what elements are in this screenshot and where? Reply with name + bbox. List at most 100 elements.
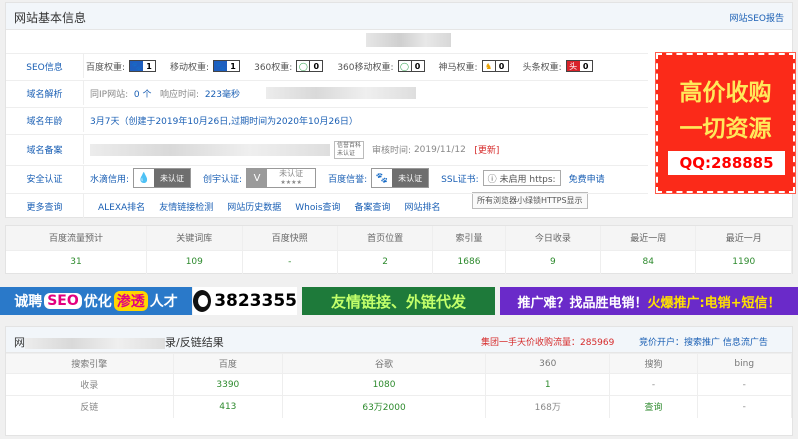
security-row: 安全认证 水滴信用: 💧 未认证 创宇认证: V 未认证 ★★★★ 百度信誉: 🐾… <box>6 165 648 190</box>
stats-value[interactable]: 84 <box>600 249 697 274</box>
backlinks-header: 360 <box>485 353 611 374</box>
icp-query-link[interactable]: 备案查询 <box>355 200 391 213</box>
chuangyu-badge[interactable]: V 未认证 ★★★★ <box>246 168 317 188</box>
whois-link[interactable]: Whois查询 <box>295 200 340 213</box>
seo-recruit-banner[interactable]: 诚聘 SEO 优化 渗透 人才 <box>0 287 192 315</box>
acquisition-ad[interactable]: 高价收购 一切资源 QQ:288885 <box>655 52 796 194</box>
ip-address-blurred <box>266 87 417 99</box>
cell-value: - <box>697 373 792 396</box>
telemarketing-banner[interactable]: 推广难？找品胜电销！ 火爆推广:电销+短信！ <box>500 287 798 315</box>
360-mobile-weight-badge[interactable]: ◯ 0 <box>397 60 425 72</box>
ssl-free-apply-link[interactable]: 免费申请 <box>569 172 605 185</box>
audit-time-label: 审核时间: <box>372 146 412 156</box>
credit-badge[interactable]: 信誉百科 未认证 <box>334 140 365 159</box>
query-link[interactable]: 查询 <box>609 395 698 418</box>
ad-qq-number: QQ:288885 <box>668 151 785 175</box>
icp-row: 域名备案 信誉百科 未认证 审核时间: 2019/11/12 [更新] <box>6 134 648 164</box>
backlinks-header: 谷歌 <box>282 353 487 374</box>
banner-text: 诚聘 <box>14 294 43 310</box>
row-label: 反链 <box>6 395 174 418</box>
dns-row: 域名解析 同IP网站: 0 个 响应时间: 223毫秒 <box>6 80 648 105</box>
cell-value[interactable]: 3390 <box>173 373 284 396</box>
stats-header: 索引量 <box>432 226 506 250</box>
360-weight-badge[interactable]: ◯ 0 <box>296 60 324 72</box>
shenma-weight-badge[interactable]: ♞ 0 <box>481 60 509 72</box>
stats-value[interactable]: 109 <box>146 249 243 274</box>
dns-values: 同IP网站: 0 个 响应时间: 223毫秒 <box>90 81 417 105</box>
history-data-link[interactable]: 网站历史数据 <box>227 200 281 213</box>
ssl-status-button[interactable]: ⓘ 未启用 https: <box>482 170 561 186</box>
stats-header: 今日收录 <box>505 226 602 250</box>
stats-header: 百度快照 <box>242 226 338 250</box>
stats-header: 关键词库 <box>146 226 243 250</box>
stats-value[interactable]: 2 <box>337 249 434 274</box>
dns-label: 域名解析 <box>6 81 84 105</box>
stats-value[interactable]: 31 <box>6 249 148 274</box>
banner-text: 渗透 <box>113 291 148 311</box>
ring-icon: ◯ <box>297 61 311 71</box>
toutiao-weight-label: 头条权重: <box>522 62 562 73</box>
more-query-row: 更多查询 ALEXA排名 友情链接检测 网站历史数据 Whois查询 备案查询 … <box>6 193 648 218</box>
cell-value: - <box>609 373 698 396</box>
baidu-credit-label: 百度信誉: <box>328 174 368 185</box>
cell-value[interactable]: 1080 <box>282 373 487 396</box>
seo-info-label: SEO信息 <box>6 54 84 78</box>
backlinks-panel: 网 录/反链结果 集团一手天价收购流量：285969 竞价开户：搜索推广 信息流广… <box>5 326 793 436</box>
friend-link-check-link[interactable]: 友情链接检测 <box>159 200 213 213</box>
backlinks-header: 网 录/反链结果 集团一手天价收购流量：285969 竞价开户：搜索推广 信息流广… <box>6 327 792 353</box>
stats-value: - <box>242 249 338 274</box>
baidu-weight-badge[interactable]: 🐾 1 <box>129 60 157 72</box>
security-label: 安全认证 <box>6 166 84 190</box>
traffic-ad-link[interactable]: 集团一手天价收购流量：285969 <box>481 335 614 348</box>
qq-penguin-icon <box>193 290 212 312</box>
table-row: 收录 3390 1080 1 - - <box>6 373 792 396</box>
icp-number-blurred <box>90 143 330 156</box>
ad-banners: 诚聘 SEO 优化 渗透 人才 3823355 友情链接、外链代发 推广难？找品… <box>0 287 798 315</box>
basic-info-header: 网站基本信息 网站SEO报告 <box>6 3 792 30</box>
row-label: 收录 <box>6 373 174 396</box>
stats-value[interactable]: 1686 <box>432 249 506 274</box>
security-values: 水滴信用: 💧 未认证 创宇认证: V 未认证 ★★★★ 百度信誉: 🐾 未认证 S… <box>90 166 605 190</box>
horse-icon: ♞ <box>482 61 496 71</box>
seo-report-link[interactable]: 网站SEO报告 <box>730 11 784 24</box>
toutiao-weight-badge[interactable]: 头0 <box>565 60 593 72</box>
chuangyu-label: 创宇认证: <box>203 174 243 185</box>
mobile-weight-label: 移动权重: <box>170 62 210 73</box>
water-drop-icon: 💧 <box>134 169 155 187</box>
basic-info-title: 网站基本信息 <box>14 11 87 25</box>
cell-value: 168万 <box>485 395 611 418</box>
friend-link-banner[interactable]: 友情链接、外链代发 <box>302 287 495 315</box>
stats-header: 最近一月 <box>695 226 792 250</box>
cell-value[interactable]: 63万2000 <box>282 395 487 418</box>
bidding-ad-link[interactable]: 竞价开户：搜索推广 信息流广告 <box>639 335 768 348</box>
audit-time-value: 2019/11/12 <box>413 144 466 155</box>
mobile-weight-badge[interactable]: 🐾 1 <box>213 60 241 72</box>
stats-value[interactable]: 1190 <box>695 249 792 274</box>
stats-header: 最近一周 <box>600 226 697 250</box>
backlinks-title-suffix: 录/反链结果 <box>165 336 224 349</box>
stats-header: 首页位置 <box>337 226 434 250</box>
table-row: 反链 413 63万2000 168万 查询 - <box>6 395 792 418</box>
backlinks-header-row: 搜索引擎 百度 谷歌 360 搜狗 bing <box>6 353 792 374</box>
stats-value[interactable]: 9 <box>505 249 602 274</box>
alexa-rank-link[interactable]: ALEXA排名 <box>98 200 145 213</box>
cell-value[interactable]: 1 <box>485 373 611 396</box>
paw-icon: 🐾 <box>130 61 144 71</box>
360-mobile-weight-label: 360移动权重: <box>337 62 394 73</box>
ring-icon: ◯ <box>398 61 412 71</box>
cell-value[interactable]: 413 <box>173 395 284 418</box>
update-link[interactable]: [更新] <box>474 143 499 156</box>
info-icon: ⓘ <box>487 174 500 185</box>
qq-contact-banner[interactable]: 3823355 <box>193 287 297 315</box>
more-query-links: ALEXA排名 友情链接检测 网站历史数据 Whois查询 备案查询 网站排名 <box>98 194 455 218</box>
paw-icon: 🐾 <box>214 61 228 71</box>
cell-value: - <box>697 395 792 418</box>
baidu-credit-badge[interactable]: 🐾 未认证 <box>371 168 430 188</box>
same-ip-count[interactable]: 0 个 <box>134 87 152 100</box>
domain-blurred <box>25 337 165 349</box>
backlinks-header: 搜索引擎 <box>6 353 174 374</box>
site-rank-link[interactable]: 网站排名 <box>405 200 441 213</box>
baidu-weight-label: 百度权重: <box>86 62 126 73</box>
drop-credit-badge[interactable]: 💧 未认证 <box>133 168 192 188</box>
360-weight-label: 360权重: <box>254 62 293 73</box>
